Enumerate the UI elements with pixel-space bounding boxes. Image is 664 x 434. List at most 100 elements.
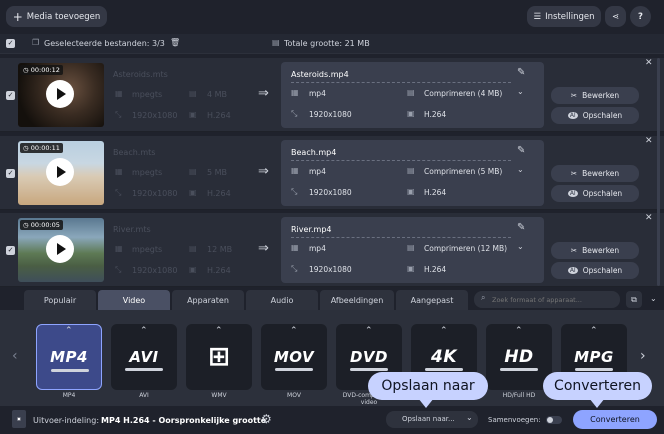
- tab-apparaten[interactable]: Apparaten: [172, 290, 244, 310]
- share-button[interactable]: ⋖: [605, 6, 626, 27]
- tab-audio[interactable]: Audio: [246, 290, 318, 310]
- chevron-up-icon[interactable]: ⌃: [440, 326, 448, 336]
- video-thumbnail[interactable]: ◷ 00:00:11: [18, 141, 104, 205]
- play-button[interactable]: [46, 235, 74, 263]
- chevron-up-icon[interactable]: ⌃: [590, 326, 598, 336]
- chevron-down-icon[interactable]: ⌄: [517, 165, 524, 174]
- settings-button[interactable]: ☰ Instellingen: [527, 6, 601, 27]
- trash-icon[interactable]: 🗑: [170, 38, 180, 47]
- file-checkbox[interactable]: ✓: [6, 91, 15, 100]
- logo-underline: [51, 369, 89, 372]
- gear-icon[interactable]: ⚙: [261, 412, 272, 426]
- scroll-right-icon[interactable]: ›: [640, 348, 646, 364]
- compress-setting[interactable]: Comprimeren (12 MB): [424, 244, 507, 253]
- file-row: ✓ ◷ 00:00:05 River.mts ▦ mpegts ▤ 12 MB …: [0, 213, 664, 287]
- callout-pointer: [589, 398, 605, 408]
- chevron-up-icon[interactable]: ⌃: [65, 326, 73, 336]
- duration-badge: ◷ 00:00:12: [20, 65, 63, 75]
- format-search[interactable]: ⌕: [474, 291, 620, 308]
- tab-populair[interactable]: Populair: [24, 290, 96, 310]
- output-card: Asteroids.mp4 ✎ ▦ mp4 ▤ Comprimeren (4 M…: [281, 62, 544, 128]
- tab-label: Apparaten: [187, 295, 229, 305]
- files-icon: ❐: [32, 38, 40, 47]
- windows-logo-icon: ⊞: [208, 342, 230, 372]
- pencil-icon[interactable]: ✎: [517, 222, 525, 233]
- pencil-icon[interactable]: ✎: [517, 145, 525, 156]
- sliders-icon: ☰: [533, 11, 542, 22]
- help-button[interactable]: ?: [630, 6, 651, 27]
- compress-setting[interactable]: Comprimeren (4 MB): [424, 89, 502, 98]
- remove-file-icon[interactable]: ✕: [645, 213, 653, 223]
- tab-video[interactable]: Video: [98, 290, 170, 310]
- codec-icon: ▣: [189, 110, 197, 119]
- filename-underline: [291, 237, 511, 238]
- tab-label: Afbeeldingen: [330, 295, 384, 305]
- scroll-left-icon[interactable]: ‹: [12, 348, 18, 364]
- remove-file-icon[interactable]: ✕: [645, 58, 653, 68]
- chevron-up-icon[interactable]: ⌃: [365, 326, 373, 336]
- format-settings-button[interactable]: ⧉: [626, 291, 642, 308]
- upscale-button[interactable]: AI Opschalen: [551, 107, 639, 124]
- file-checkbox[interactable]: ✓: [6, 246, 15, 255]
- codec-icon: ▣: [407, 187, 415, 196]
- resize-icon: ⤡: [115, 110, 122, 119]
- file-resolution: 1920x1080: [132, 266, 178, 275]
- edit-button[interactable]: ✂ Bewerken: [551, 242, 639, 259]
- selection-bar: ✓ ❐ Geselecteerde bestanden: 3/3 🗑 ▤ Tot…: [0, 34, 664, 54]
- chevron-up-icon[interactable]: ⌃: [140, 326, 148, 336]
- help-icon: ?: [638, 11, 643, 22]
- convert-arrow-icon: ⇒: [258, 86, 269, 101]
- logo-underline: [350, 368, 388, 371]
- upscale-button[interactable]: AI Opschalen: [551, 262, 639, 279]
- file-size: 12 MB: [207, 245, 233, 254]
- scissors-icon: ✂: [570, 91, 578, 100]
- scissors-icon: ✂: [570, 246, 578, 255]
- resize-icon: ⤡: [115, 188, 122, 197]
- save-to-dropdown[interactable]: Opslaan naar... ⌄: [386, 411, 478, 428]
- play-button[interactable]: [46, 80, 74, 108]
- chevron-down-icon[interactable]: ⌄: [517, 242, 524, 251]
- chevron-up-icon[interactable]: ⌃: [290, 326, 298, 336]
- file-name: Asteroids.mts: [113, 70, 168, 79]
- upscale-button[interactable]: AI Opschalen: [551, 185, 639, 202]
- callout-pointer: [418, 398, 434, 408]
- output-card: Beach.mp4 ✎ ▦ mp4 ▤ Comprimeren (5 MB) ⌄…: [281, 140, 544, 206]
- add-media-button[interactable]: + Media toevoegen: [6, 6, 107, 27]
- edit-button[interactable]: ✂ Bewerken: [551, 87, 639, 104]
- scrollbar[interactable]: [657, 58, 660, 286]
- pencil-icon[interactable]: ✎: [517, 67, 525, 78]
- chevron-down-icon[interactable]: ⌄: [517, 87, 524, 96]
- tab-afbeeldingen[interactable]: Afbeeldingen: [320, 290, 394, 310]
- output-filename[interactable]: Asteroids.mp4: [291, 70, 349, 79]
- film-icon: ▦: [115, 89, 123, 98]
- compress-setting[interactable]: Comprimeren (5 MB): [424, 167, 502, 176]
- film-icon: ▦: [115, 167, 123, 176]
- convert-button[interactable]: Converteren: [573, 410, 657, 429]
- plus-icon: +: [12, 9, 23, 24]
- tab-aangepast[interactable]: Aangepast: [396, 290, 468, 310]
- codec-icon: ▣: [189, 265, 197, 274]
- select-all-checkbox[interactable]: ✓: [6, 39, 15, 48]
- chevron-up-icon[interactable]: ⌃: [515, 326, 523, 336]
- convert-callout-text: Converteren: [554, 378, 641, 394]
- output-filename[interactable]: River.mp4: [291, 225, 332, 234]
- play-button[interactable]: [46, 158, 74, 186]
- collapse-icon[interactable]: ⌄: [650, 294, 657, 303]
- output-filename[interactable]: Beach.mp4: [291, 148, 336, 157]
- video-thumbnail[interactable]: ◷ 00:00:05: [18, 218, 104, 282]
- logo-underline: [275, 368, 313, 371]
- save-to-callout-text: Opslaan naar: [381, 378, 475, 394]
- edit-button[interactable]: ✂ Bewerken: [551, 165, 639, 182]
- search-input[interactable]: [492, 293, 612, 306]
- output-format-value[interactable]: MP4 H.264 - Oorspronkelijke grootte: [101, 416, 266, 425]
- duration-text: 00:00:12: [30, 66, 60, 74]
- file-checkbox[interactable]: ✓: [6, 169, 15, 178]
- toggle-knob: [547, 417, 553, 423]
- convert-label: Converteren: [590, 415, 640, 424]
- video-thumbnail[interactable]: ◷ 00:00:12: [18, 63, 104, 127]
- format-logo: MOV: [273, 348, 315, 366]
- merge-toggle[interactable]: [546, 416, 562, 424]
- chevron-up-icon[interactable]: ⌃: [215, 326, 223, 336]
- chevron-down-icon: ⌄: [466, 413, 473, 422]
- remove-file-icon[interactable]: ✕: [645, 136, 653, 146]
